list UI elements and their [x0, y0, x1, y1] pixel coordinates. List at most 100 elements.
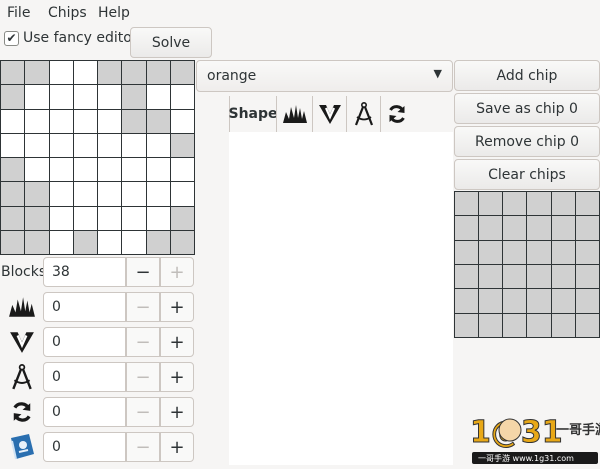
- editor-cell[interactable]: [25, 206, 49, 230]
- editor-cell[interactable]: [146, 133, 170, 157]
- editor-cell[interactable]: [73, 206, 97, 230]
- compass-counter-value[interactable]: 0: [43, 362, 126, 392]
- editor-cell[interactable]: [170, 182, 194, 206]
- compass-increment-button[interactable]: +: [160, 362, 194, 392]
- editor-cell[interactable]: [73, 182, 97, 206]
- chevron-decrement-button[interactable]: −: [126, 327, 160, 357]
- menu-chips[interactable]: Chips: [48, 5, 87, 21]
- editor-cell[interactable]: [25, 230, 49, 254]
- chevron-counter-value[interactable]: 0: [43, 327, 126, 357]
- editor-cell[interactable]: [73, 158, 97, 182]
- editor-cell[interactable]: [98, 61, 122, 85]
- column-shape[interactable]: Shape: [229, 96, 278, 132]
- blocks-decrement-button[interactable]: −: [126, 257, 160, 287]
- editor-cell[interactable]: [146, 230, 170, 254]
- solve-button[interactable]: Solve: [130, 27, 212, 58]
- fancy-editor-checkbox[interactable]: ✔: [4, 30, 19, 46]
- editor-cell[interactable]: [1, 182, 25, 206]
- editor-cell[interactable]: [146, 206, 170, 230]
- editor-cell[interactable]: [146, 61, 170, 85]
- spikes-increment-button[interactable]: +: [160, 292, 194, 322]
- editor-cell[interactable]: [170, 206, 194, 230]
- spikes-decrement-button[interactable]: −: [126, 292, 160, 322]
- editor-cell[interactable]: [98, 206, 122, 230]
- editor-cell[interactable]: [170, 230, 194, 254]
- editor-cell[interactable]: [1, 133, 25, 157]
- editor-cell[interactable]: [170, 85, 194, 109]
- blocks-increment-button[interactable]: +: [160, 257, 194, 287]
- editor-cell[interactable]: [146, 158, 170, 182]
- editor-cell[interactable]: [73, 85, 97, 109]
- editor-cell[interactable]: [1, 85, 25, 109]
- editor-cell[interactable]: [49, 61, 73, 85]
- editor-cell[interactable]: [170, 109, 194, 133]
- editor-cell[interactable]: [122, 158, 146, 182]
- chip-list-body[interactable]: [229, 132, 453, 465]
- editor-cell[interactable]: [73, 109, 97, 133]
- editor-cell[interactable]: [146, 109, 170, 133]
- editor-cell[interactable]: [25, 109, 49, 133]
- editor-cell[interactable]: [170, 133, 194, 157]
- compass-decrement-button[interactable]: −: [126, 362, 160, 392]
- editor-cell[interactable]: [98, 133, 122, 157]
- editor-cell[interactable]: [122, 85, 146, 109]
- editor-cell[interactable]: [25, 133, 49, 157]
- editor-cell[interactable]: [122, 182, 146, 206]
- column-chevron[interactable]: [312, 96, 346, 132]
- book-decrement-button[interactable]: −: [126, 432, 160, 462]
- menu-help[interactable]: Help: [98, 5, 130, 21]
- editor-cell[interactable]: [1, 230, 25, 254]
- editor-cell[interactable]: [1, 61, 25, 85]
- editor-cell[interactable]: [1, 206, 25, 230]
- editor-cell[interactable]: [98, 85, 122, 109]
- spikes-counter-value[interactable]: 0: [43, 292, 126, 322]
- editor-cell[interactable]: [49, 158, 73, 182]
- editor-cell[interactable]: [146, 85, 170, 109]
- chevron-increment-button[interactable]: +: [160, 327, 194, 357]
- editor-cell[interactable]: [98, 158, 122, 182]
- refresh-counter-value[interactable]: 0: [43, 397, 126, 427]
- editor-cell[interactable]: [170, 158, 194, 182]
- editor-cell[interactable]: [25, 158, 49, 182]
- menu-file[interactable]: File: [7, 5, 30, 21]
- blocks-value[interactable]: 38: [43, 257, 126, 287]
- editor-cell[interactable]: [122, 206, 146, 230]
- editor-cell[interactable]: [25, 85, 49, 109]
- editor-cell[interactable]: [73, 61, 97, 85]
- color-combo[interactable]: orange ▼: [196, 60, 453, 92]
- editor-cell[interactable]: [73, 230, 97, 254]
- editor-cell[interactable]: [49, 133, 73, 157]
- editor-cell[interactable]: [1, 109, 25, 133]
- editor-cell[interactable]: [122, 61, 146, 85]
- editor-cell[interactable]: [49, 109, 73, 133]
- column-refresh[interactable]: [380, 96, 413, 132]
- editor-cell[interactable]: [98, 109, 122, 133]
- editor-cell[interactable]: [25, 61, 49, 85]
- clear-chips-button[interactable]: Clear chips: [454, 159, 600, 190]
- editor-grid[interactable]: [0, 60, 195, 255]
- book-counter-value[interactable]: 0: [43, 432, 126, 462]
- editor-cell[interactable]: [170, 61, 194, 85]
- refresh-decrement-button[interactable]: −: [126, 397, 160, 427]
- editor-cell[interactable]: [49, 85, 73, 109]
- add-chip-button[interactable]: Add chip: [454, 60, 600, 91]
- editor-cell[interactable]: [122, 109, 146, 133]
- fancy-editor-toggle[interactable]: ✔ Use fancy editor: [4, 30, 138, 46]
- editor-cell[interactable]: [122, 133, 146, 157]
- editor-cell[interactable]: [25, 182, 49, 206]
- editor-cell[interactable]: [98, 230, 122, 254]
- column-spikes[interactable]: [276, 96, 312, 132]
- editor-cell[interactable]: [1, 158, 25, 182]
- editor-cell[interactable]: [98, 182, 122, 206]
- column-compass[interactable]: [346, 96, 380, 132]
- editor-cell[interactable]: [49, 206, 73, 230]
- save-chip-button[interactable]: Save as chip 0: [454, 93, 600, 124]
- editor-cell[interactable]: [122, 230, 146, 254]
- editor-cell[interactable]: [73, 133, 97, 157]
- refresh-increment-button[interactable]: +: [160, 397, 194, 427]
- editor-cell[interactable]: [49, 230, 73, 254]
- book-increment-button[interactable]: +: [160, 432, 194, 462]
- remove-chip-button[interactable]: Remove chip 0: [454, 126, 600, 157]
- editor-cell[interactable]: [146, 182, 170, 206]
- editor-cell[interactable]: [49, 182, 73, 206]
